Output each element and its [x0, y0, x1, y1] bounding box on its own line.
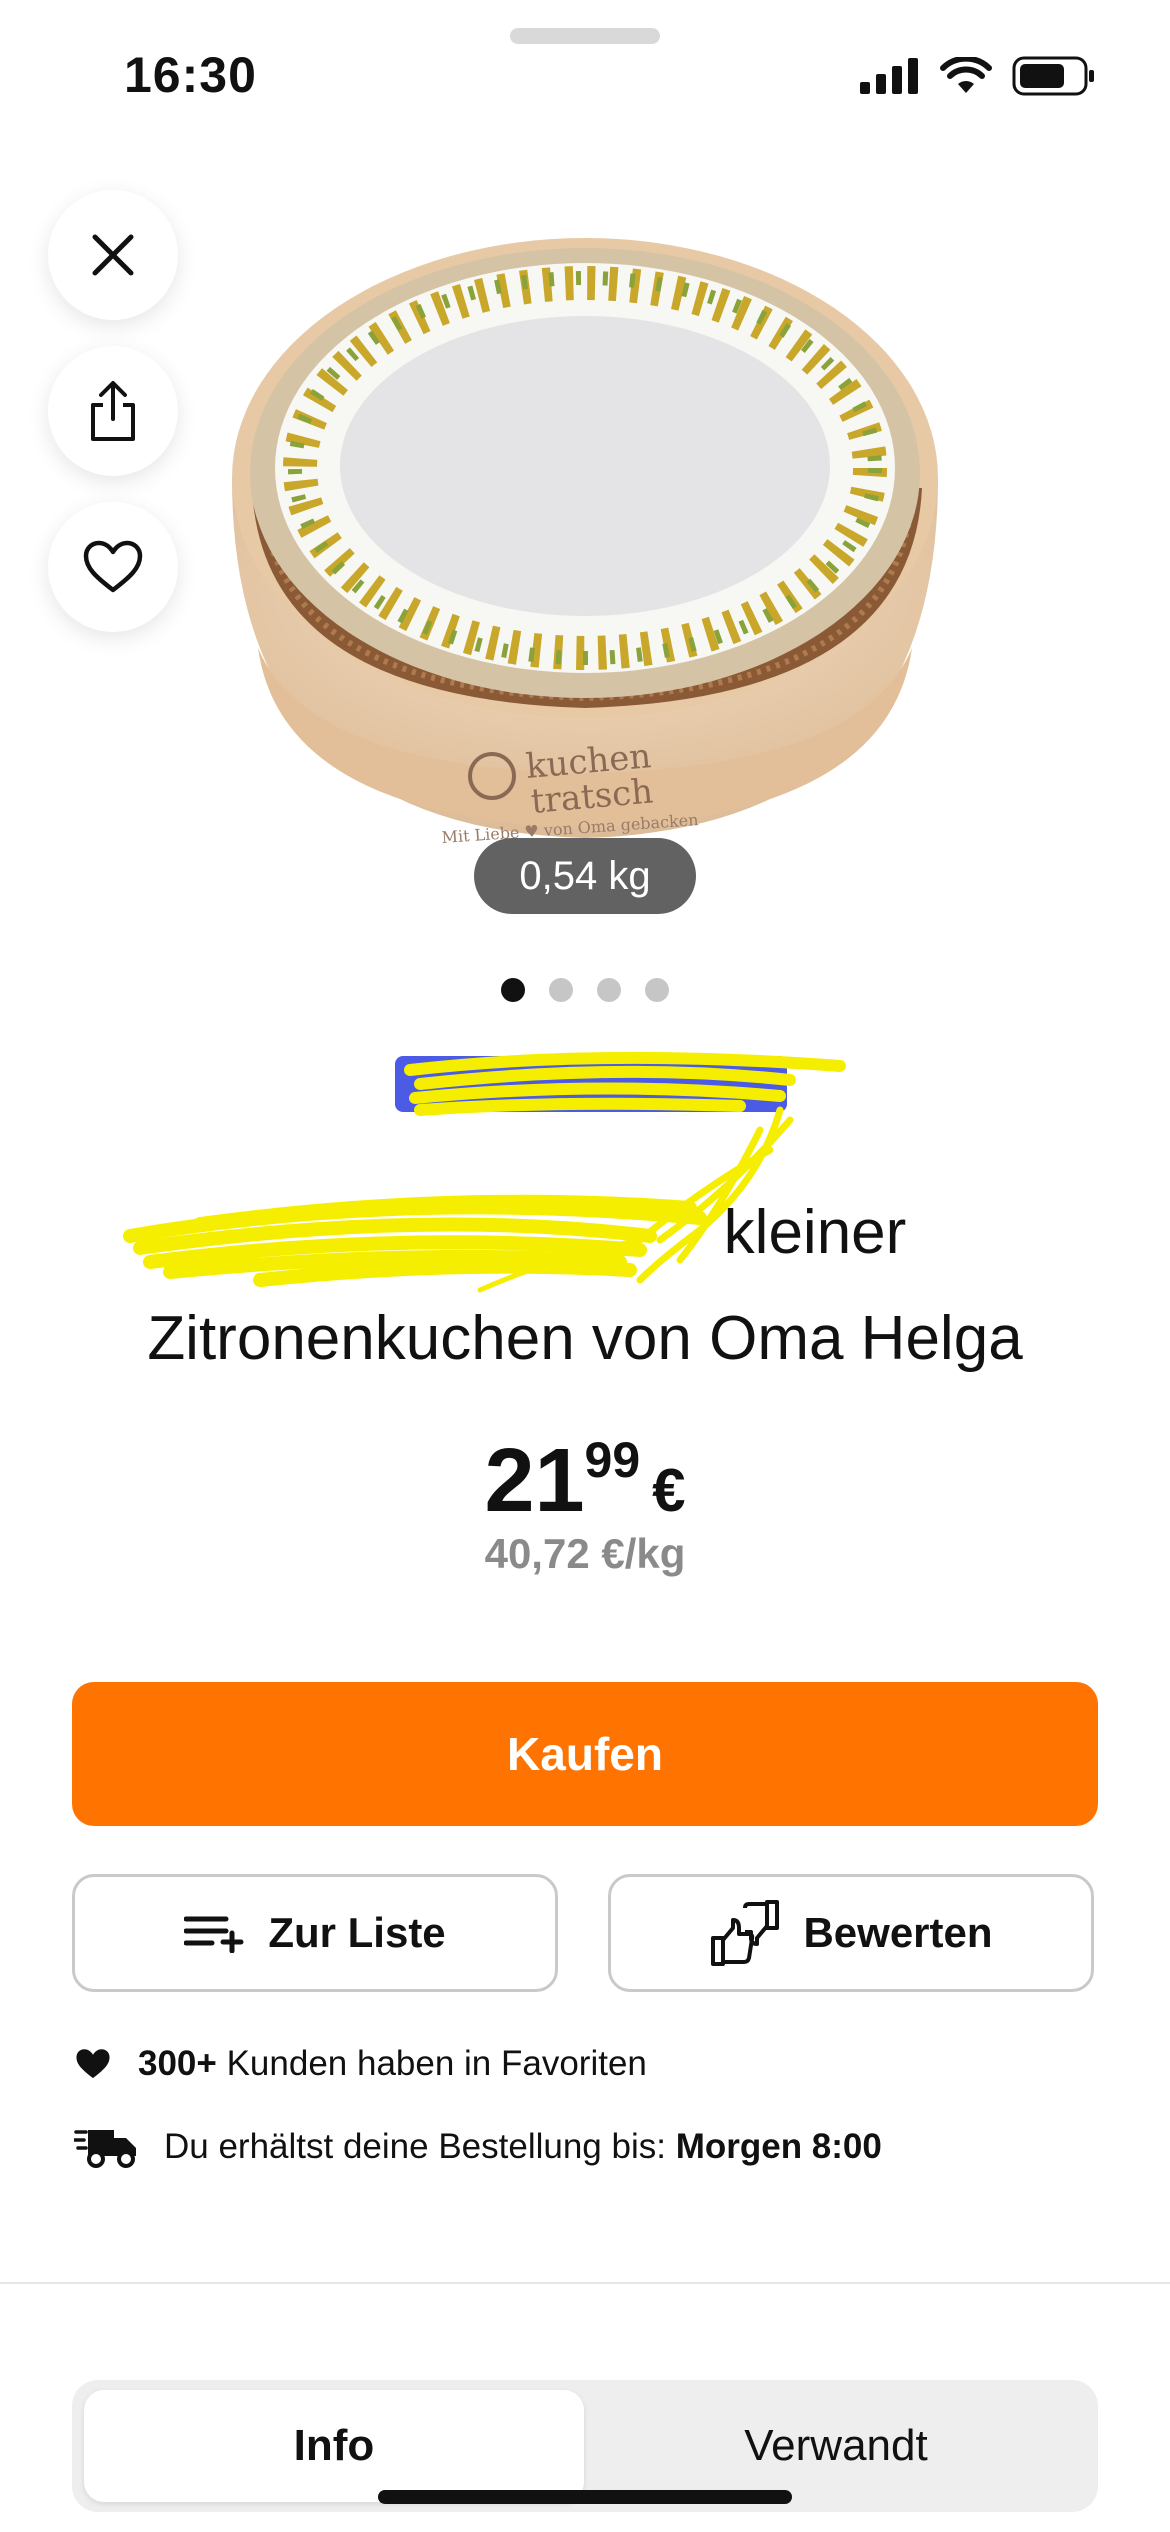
delivery-info: Du erhältst deine Bestellung bis: Morgen… [74, 2126, 882, 2168]
delivery-time: Morgen 8:00 [675, 2127, 882, 2166]
tab-info[interactable]: Info [84, 2390, 584, 2502]
rate-button[interactable]: Bewerten [608, 1874, 1094, 1992]
price-whole: 21 [484, 1431, 585, 1531]
delivery-text: Du erhältst deine Bestellung bis: [164, 2127, 666, 2166]
buy-button[interactable]: Kaufen [72, 1682, 1098, 1826]
sheet-grabber[interactable] [510, 28, 660, 44]
share-button[interactable] [48, 346, 178, 476]
wifi-icon [940, 57, 992, 93]
add-to-list-icon [184, 1916, 244, 1953]
heart-filled-icon [76, 2049, 110, 2079]
favorites-text: Kunden haben in Favoriten [226, 2044, 647, 2083]
section-divider [0, 2282, 1170, 2284]
cellular-signal-icon [860, 58, 918, 94]
rate-label: Bewerten [803, 1909, 993, 1956]
delivery-truck-icon [74, 2130, 136, 2168]
price: 2199 € [0, 1430, 1170, 1533]
pager-dot[interactable] [501, 978, 525, 1002]
product-image[interactable]: kuchen tratsch Mit Liebe ♥ von Oma gebac… [222, 228, 948, 858]
close-button[interactable] [48, 190, 178, 320]
share-icon [91, 381, 135, 441]
price-cents: 99 [584, 1432, 641, 1488]
add-to-list-label: Zur Liste [268, 1909, 446, 1956]
battery-icon [1012, 56, 1094, 96]
title-line-2: Zitronenkuchen von Oma Helga [147, 1304, 1023, 1373]
image-pager[interactable] [0, 978, 1170, 1002]
status-icons [860, 56, 1096, 96]
unit-price: 40,72 €/kg [484, 1530, 686, 1577]
close-icon [92, 234, 134, 276]
pager-dot[interactable] [645, 978, 669, 1002]
status-time: 16:30 [124, 47, 257, 103]
favorites-info: 300+ Kunden haben in Favoriten [74, 2044, 647, 2084]
pager-dot[interactable] [597, 978, 621, 1002]
favorite-button[interactable] [48, 502, 178, 632]
favorites-count: 300+ [138, 2044, 217, 2083]
pager-dot[interactable] [549, 978, 573, 1002]
tab-related[interactable]: Verwandt [586, 2390, 1086, 2502]
redaction-scribble [123, 1051, 846, 1293]
heart-icon [83, 540, 143, 593]
home-indicator [378, 2490, 792, 2504]
thumbs-up-down-icon [711, 1900, 780, 1966]
add-to-list-button[interactable]: Zur Liste [72, 1874, 558, 1992]
weight-badge: 0,54 kg [474, 838, 696, 914]
price-currency: € [652, 1457, 686, 1524]
